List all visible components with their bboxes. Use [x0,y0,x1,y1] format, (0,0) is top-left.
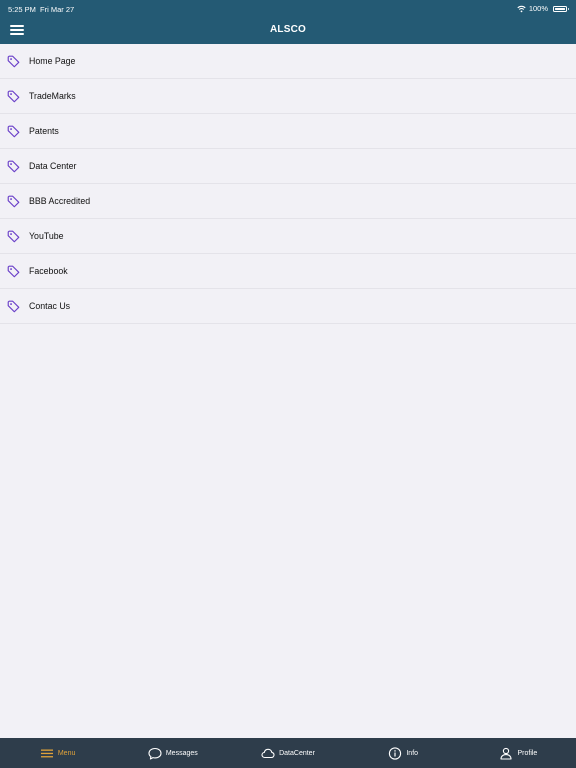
tag-icon [7,195,20,208]
menu-item-label: Data Center [29,161,77,171]
status-right: 100% [517,4,569,13]
tab-messages[interactable]: Messages [115,738,230,768]
battery-percent: 100% [528,4,548,13]
tag-icon [7,300,20,313]
tag-icon [7,90,20,103]
menu-item-patents[interactable]: Patents [0,114,576,149]
tab-datacenter-label: DataCenter [279,749,315,757]
menu-list: Home Page TradeMarks Patents Data Center… [0,44,576,324]
page-title: ALSCO [270,24,306,35]
status-date: Fri Mar 27 [40,5,75,14]
person-icon [500,747,513,760]
wifi-icon [517,5,526,12]
menu-item-bbb-accredited[interactable]: BBB Accredited [0,184,576,219]
tab-info-label: Info [406,749,419,757]
tab-profile-label: Profile [517,749,538,757]
status-time: 5:25 PM [8,5,36,14]
menu-item-label: Home Page [29,56,76,66]
menu-item-contact-us[interactable]: Contac Us [0,289,576,324]
menu-lines-icon [40,749,53,757]
tab-menu-label: Menu [57,749,76,757]
menu-item-home-page[interactable]: Home Page [0,44,576,79]
top-navigation-bar: 5:25 PM Fri Mar 27 100% ALSCO [0,0,576,44]
nav-row: ALSCO [0,18,576,44]
chat-bubble-icon [148,747,162,760]
menu-item-label: Facebook [29,266,68,276]
tab-menu[interactable]: Menu [0,738,115,768]
menu-item-data-center[interactable]: Data Center [0,149,576,184]
tab-datacenter[interactable]: DataCenter [230,738,345,768]
tab-messages-label: Messages [165,749,198,757]
menu-item-label: YouTube [29,231,64,241]
menu-item-youtube[interactable]: YouTube [0,219,576,254]
menu-item-label: TradeMarks [29,91,76,101]
cloud-icon [261,748,275,758]
info-icon [389,746,402,760]
tag-icon [7,230,20,243]
battery-icon [553,5,569,12]
tag-icon [7,265,20,278]
tab-profile[interactable]: Profile [461,738,576,768]
menu-item-trademarks[interactable]: TradeMarks [0,79,576,114]
menu-item-label: BBB Accredited [29,196,91,206]
status-bar: 5:25 PM Fri Mar 27 100% [0,0,576,18]
menu-item-facebook[interactable]: Facebook [0,254,576,289]
menu-item-label: Patents [29,126,59,136]
tag-icon [7,160,20,173]
tag-icon [7,55,20,68]
menu-item-label: Contac Us [29,301,71,311]
tab-info[interactable]: Info [346,738,461,768]
tag-icon [7,125,20,138]
bottom-tab-bar: Menu Messages DataCenter Info Profile [0,738,576,768]
